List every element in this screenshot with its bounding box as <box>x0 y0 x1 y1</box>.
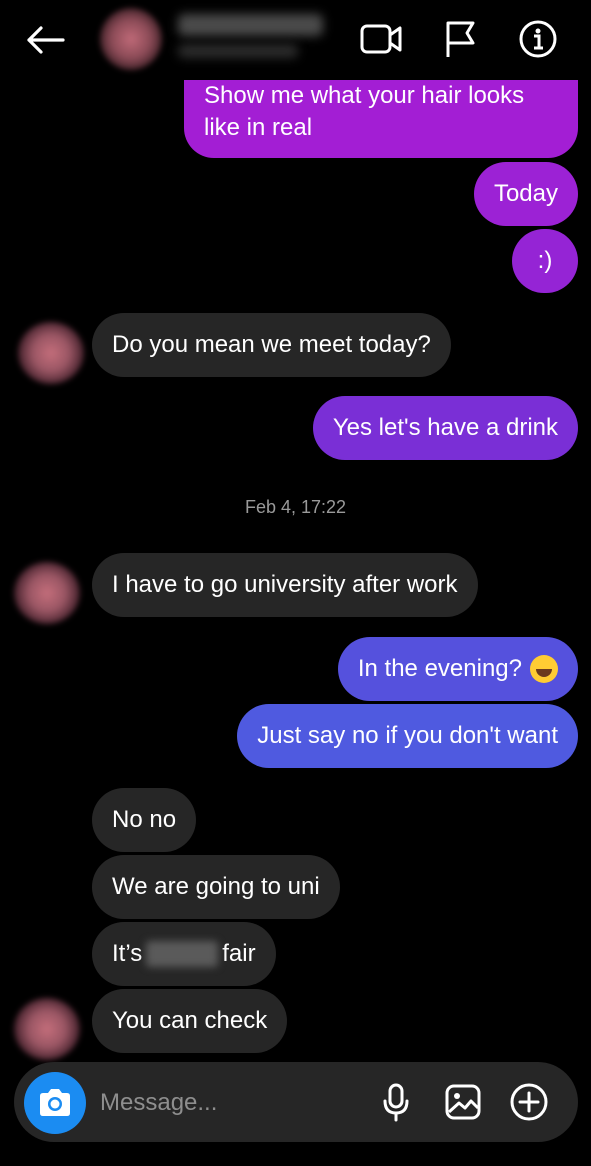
contact-avatar[interactable] <box>14 562 80 624</box>
camera-icon <box>40 1089 70 1116</box>
message-text: Today <box>493 180 558 207</box>
outgoing-message[interactable]: :) <box>512 229 578 293</box>
message-text: Show me what your hair looks like in rea… <box>204 82 525 141</box>
redacted-text <box>146 941 219 967</box>
report-button[interactable] <box>435 16 485 62</box>
message-text: In the evening? <box>357 655 522 682</box>
message-text: You can check <box>112 1007 268 1034</box>
outgoing-message[interactable]: Show me what your hair looks like in rea… <box>184 70 578 158</box>
contact-name-redacted[interactable] <box>178 14 323 36</box>
message-text: :) <box>537 247 553 274</box>
gallery-button[interactable] <box>441 1080 485 1124</box>
microphone-icon <box>383 1083 409 1122</box>
outgoing-message[interactable]: In the evening? <box>337 637 578 701</box>
message-text: Yes let's have a drink <box>332 414 558 441</box>
message-composer <box>14 1062 578 1142</box>
contact-avatar[interactable] <box>18 322 84 384</box>
incoming-message[interactable]: You can check <box>92 989 288 1053</box>
plus-circle-icon <box>510 1083 548 1121</box>
contact-status-redacted <box>178 44 298 58</box>
message-text: We are going to uni <box>112 873 320 900</box>
message-text: I have to go university after work <box>112 571 458 598</box>
incoming-message[interactable]: I have to go university after work <box>92 553 478 617</box>
message-input[interactable] <box>98 1080 372 1126</box>
outgoing-message[interactable]: Today <box>473 162 578 226</box>
chat-header <box>0 0 591 80</box>
message-text: Just say no if you don't want <box>257 722 558 749</box>
incoming-message[interactable]: It’s fair <box>92 922 276 986</box>
video-call-button[interactable] <box>355 16 407 62</box>
video-camera-icon <box>360 24 402 54</box>
message-text: Do you mean we meet today? <box>112 331 431 358</box>
info-button[interactable] <box>512 14 564 64</box>
outgoing-message[interactable]: Yes let's have a drink <box>312 396 578 460</box>
contact-avatar[interactable] <box>14 998 80 1060</box>
arrow-left-icon <box>27 26 65 54</box>
incoming-message[interactable]: We are going to uni <box>92 855 340 919</box>
contact-avatar[interactable] <box>100 8 162 70</box>
flag-icon <box>446 21 475 57</box>
image-gallery-icon <box>445 1084 481 1120</box>
camera-button[interactable] <box>24 1072 86 1134</box>
incoming-message[interactable]: No no <box>92 788 197 852</box>
laughing-tears-emoji <box>530 655 558 683</box>
message-timestamp: Feb 4, 17:22 <box>244 497 347 517</box>
outgoing-message[interactable]: Just say no if you don't want <box>237 704 578 768</box>
back-button[interactable] <box>20 20 70 60</box>
message-text-after: fair <box>222 940 256 967</box>
voice-message-button[interactable] <box>374 1080 418 1124</box>
incoming-message[interactable]: Do you mean we meet today? <box>92 313 451 377</box>
more-options-button[interactable] <box>507 1080 551 1124</box>
info-icon <box>519 20 557 58</box>
message-text-before: It’s <box>112 940 143 967</box>
message-text: No no <box>112 806 177 833</box>
